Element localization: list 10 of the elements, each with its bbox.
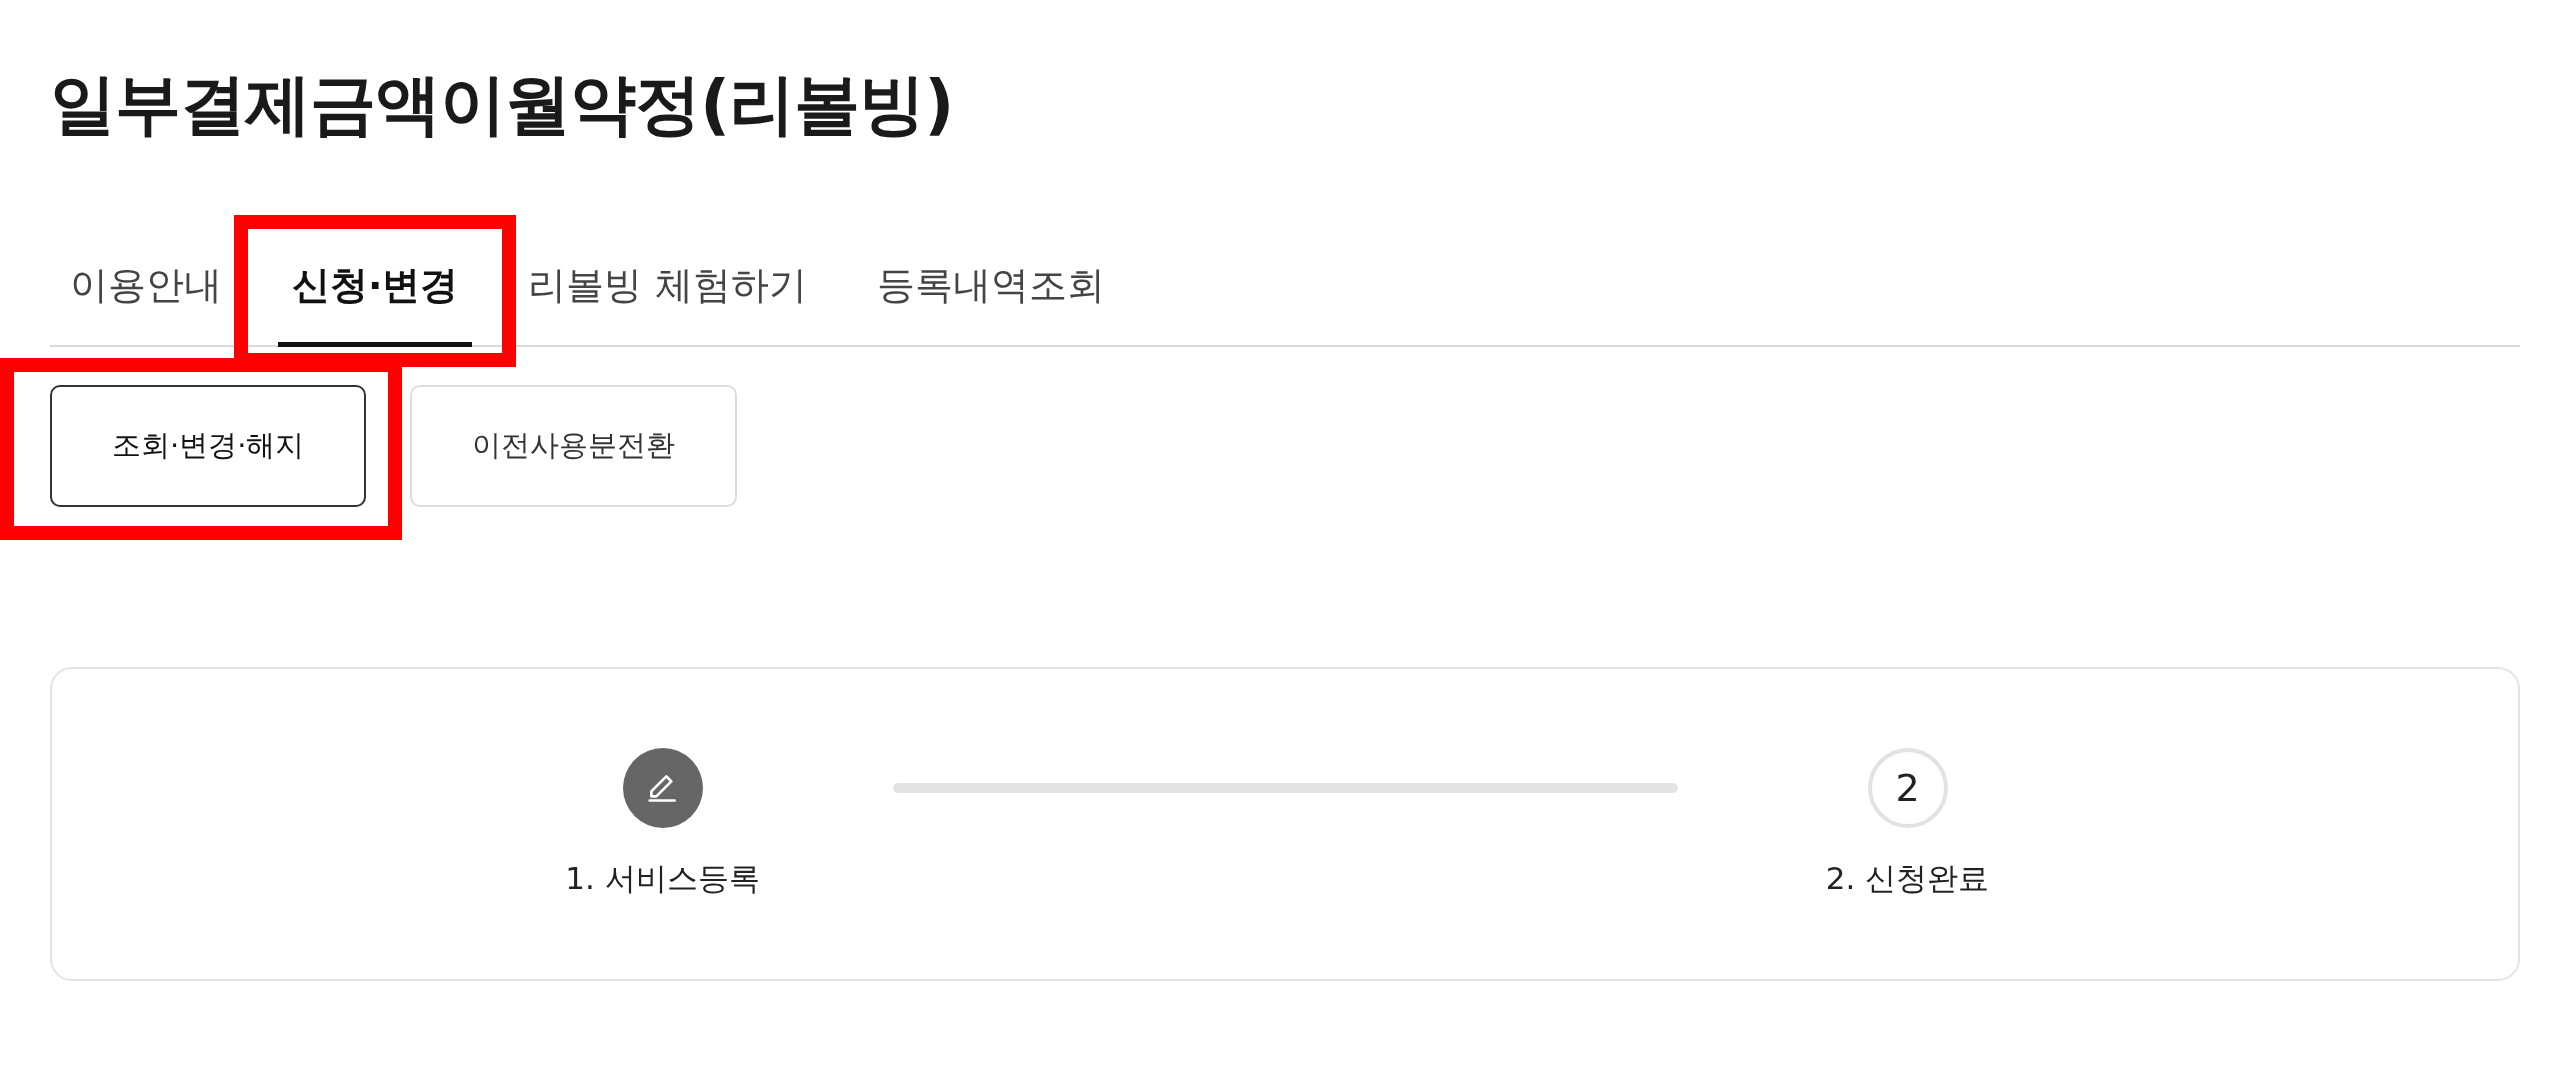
tab[interactable]: 이용안내 (70, 242, 222, 343)
page-title: 일부결제금액이월약정(리볼빙) (50, 65, 955, 145)
step-number: 2 (1867, 748, 1948, 829)
tab[interactable]: 신청·변경 (278, 242, 473, 348)
step-label: 2. 신청완료 (1825, 859, 1990, 899)
tab[interactable]: 리볼빙 체험하기 (528, 242, 807, 343)
sub-tab-button[interactable]: 조회·변경·해지 (50, 385, 367, 508)
tab[interactable]: 등록내역조회 (876, 242, 1105, 343)
sub-tab-button[interactable]: 이전사용분전환 (410, 385, 738, 508)
step-label: 1. 서비스등록 (565, 859, 760, 899)
